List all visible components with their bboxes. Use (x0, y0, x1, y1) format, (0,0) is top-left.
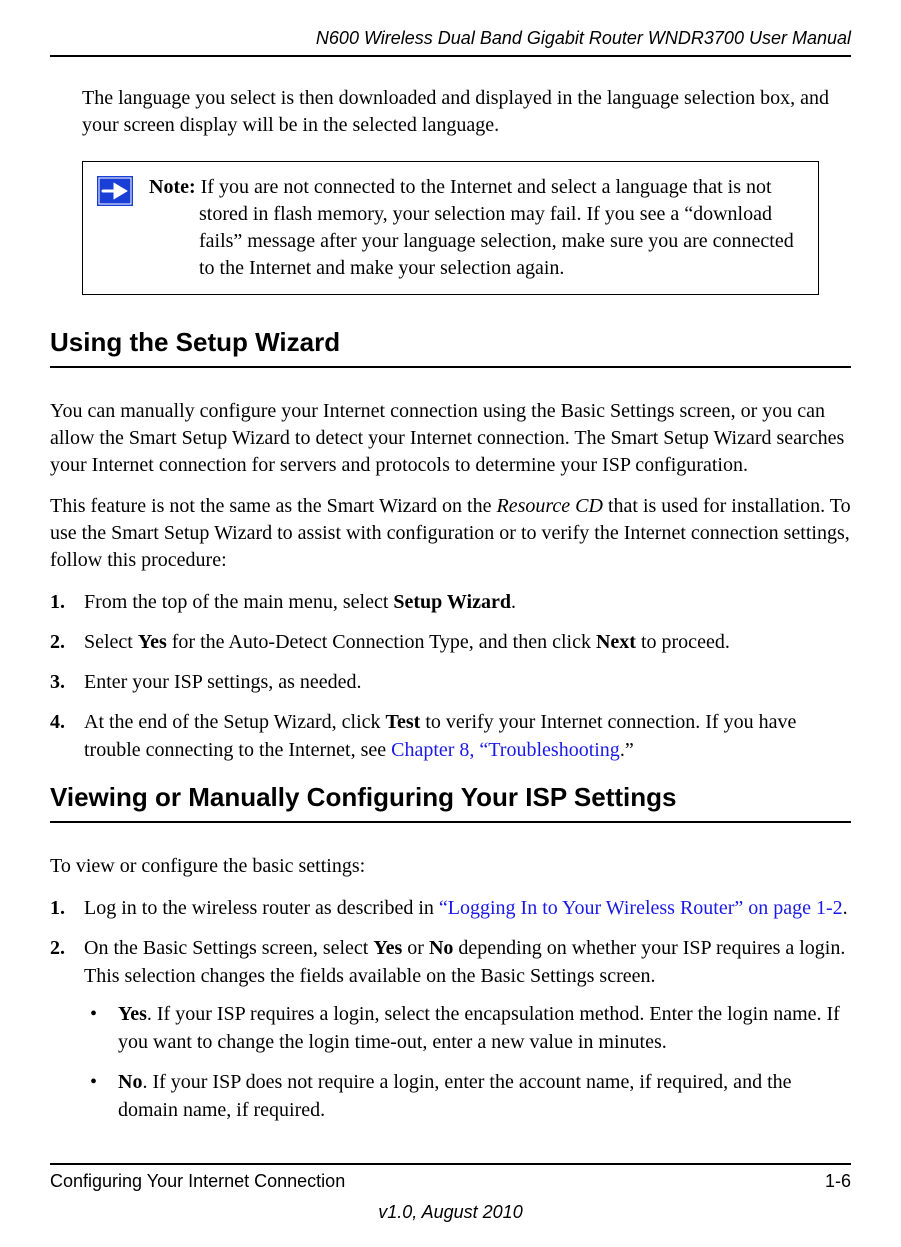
test-term: Test (386, 711, 421, 733)
section-heading-isp-settings: Viewing or Manually Configuring Your ISP… (50, 782, 851, 823)
note-text: Note: If you are not connected to the In… (199, 174, 804, 282)
yes-option: Yes (118, 1003, 147, 1025)
section2-intro: To view or configure the basic settings: (50, 853, 851, 880)
setup-wizard-steps: From the top of the main menu, select Se… (50, 588, 851, 764)
next-term: Next (596, 631, 636, 653)
section1-para2: This feature is not the same as the Smar… (50, 493, 851, 574)
list-item: From the top of the main menu, select Se… (50, 588, 851, 616)
list-item: No. If your ISP does not require a login… (84, 1068, 851, 1124)
list-item: Yes. If your ISP requires a login, selec… (84, 1000, 851, 1056)
page-number: 1-6 (825, 1171, 851, 1192)
note-body: If you are not connected to the Internet… (196, 176, 794, 279)
page-footer: Configuring Your Internet Connection 1-6… (50, 1163, 851, 1223)
no-option: No (118, 1071, 142, 1093)
troubleshooting-link[interactable]: Chapter 8, “Troubleshooting (391, 739, 620, 761)
footer-section-title: Configuring Your Internet Connection (50, 1171, 345, 1192)
list-item: Select Yes for the Auto-Detect Connectio… (50, 628, 851, 656)
note-arrow-icon (97, 176, 133, 211)
list-item: At the end of the Setup Wizard, click Te… (50, 708, 851, 764)
list-item: Log in to the wireless router as describ… (50, 894, 851, 922)
isp-settings-steps: Log in to the wireless router as describ… (50, 894, 851, 1124)
manual-title: N600 Wireless Dual Band Gigabit Router W… (316, 28, 851, 48)
note-label: Note: (149, 176, 196, 198)
note-box: Note: If you are not connected to the In… (82, 161, 819, 295)
yes-term: Yes (138, 631, 167, 653)
login-options-list: Yes. If your ISP requires a login, selec… (84, 1000, 851, 1124)
section-heading-setup-wizard: Using the Setup Wizard (50, 327, 851, 368)
list-item: Enter your ISP settings, as needed. (50, 668, 851, 696)
page-header: N600 Wireless Dual Band Gigabit Router W… (50, 28, 851, 57)
setup-wizard-term: Setup Wizard (393, 591, 511, 613)
section1-para1: You can manually configure your Internet… (50, 398, 851, 479)
footer-version: v1.0, August 2010 (50, 1202, 851, 1223)
list-item: On the Basic Settings screen, select Yes… (50, 934, 851, 1124)
intro-paragraph: The language you select is then download… (82, 85, 851, 139)
no-term: No (429, 937, 453, 959)
resource-cd-emphasis: Resource CD (496, 495, 602, 517)
yes-term: Yes (373, 937, 402, 959)
logging-in-link[interactable]: “Logging In to Your Wireless Router” on … (439, 897, 843, 919)
